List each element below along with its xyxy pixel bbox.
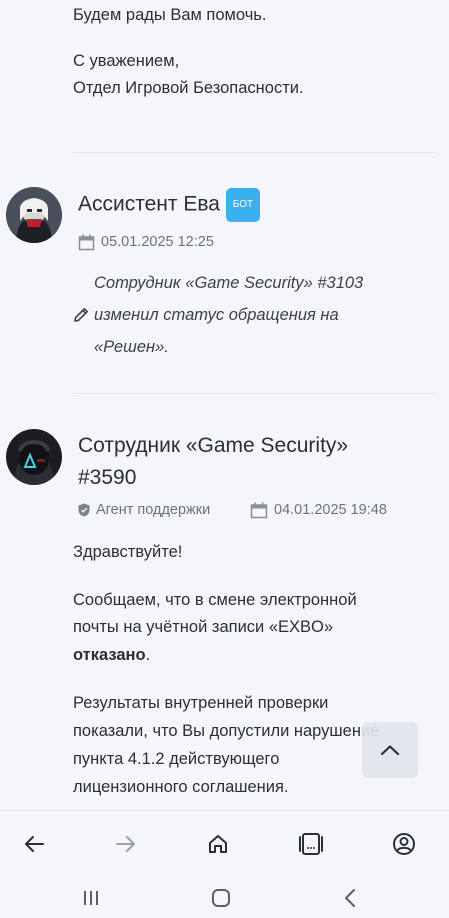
previous-message-signature: С уважением, bbox=[73, 52, 180, 70]
avatar-staff[interactable] bbox=[6, 429, 62, 485]
pencil-icon bbox=[74, 308, 88, 322]
bot-post-date-text: 05.01.2025 12:25 bbox=[101, 234, 214, 250]
scroll-to-top-button[interactable] bbox=[362, 722, 418, 778]
staff-post-date-text: 04.01.2025 19:48 bbox=[274, 502, 387, 518]
staff-paragraph1-line3: отказано. bbox=[73, 642, 150, 669]
staff-paragraph2-line3: пункта 4.1.2 действующего bbox=[73, 750, 280, 768]
status-change-line2: изменил статус обращения на bbox=[94, 306, 339, 324]
staff-paragraph1-line1: Сообщаем, что в смене электронной bbox=[73, 591, 357, 609]
home-button[interactable] bbox=[203, 829, 233, 859]
period: . bbox=[145, 646, 151, 664]
staff-paragraph1-line2: почты на учётной записи «EXBO» bbox=[73, 618, 334, 636]
divider bbox=[73, 152, 435, 153]
arrow-left-icon bbox=[25, 836, 44, 852]
refusal-word: отказано bbox=[73, 646, 146, 664]
forward-button[interactable] bbox=[111, 829, 141, 859]
tabs-icon bbox=[299, 833, 323, 855]
recent-apps-icon bbox=[84, 891, 98, 905]
account-icon bbox=[393, 833, 415, 855]
browser-toolbar bbox=[0, 810, 449, 876]
tabs-button[interactable] bbox=[296, 829, 326, 859]
staff-paragraph2-line4: лицензионного соглашения. bbox=[73, 778, 289, 796]
system-back-button[interactable] bbox=[335, 886, 365, 910]
system-home-button[interactable] bbox=[206, 886, 236, 910]
staff-paragraph2-line1: Результаты внутренней проверки bbox=[73, 694, 329, 712]
message-feed[interactable]: Будем рады Вам помочь. С уважением, Отде… bbox=[0, 0, 449, 810]
recent-apps-button[interactable] bbox=[76, 886, 106, 910]
shield-icon bbox=[78, 503, 90, 517]
staff-paragraph2-line2: показали, что Вы допустили нарушение bbox=[73, 722, 380, 740]
previous-message-department: Отдел Игровой Безопасности. bbox=[73, 79, 304, 97]
staff-role: Агент поддержки bbox=[78, 500, 210, 520]
staff-greeting: Здравствуйте! bbox=[73, 543, 183, 561]
home-circle-icon bbox=[212, 889, 230, 907]
status-change-line3: «Решен». bbox=[94, 338, 169, 356]
bot-author-name[interactable]: Ассистент Ева bbox=[78, 193, 220, 216]
bot-author: Ассистент Ева БОТ bbox=[78, 188, 260, 222]
staff-post-date: 04.01.2025 19:48 bbox=[250, 500, 387, 520]
staff-author-line2[interactable]: #3590 bbox=[78, 462, 136, 493]
back-button[interactable] bbox=[19, 829, 49, 859]
bot-post-date: 05.01.2025 12:25 bbox=[78, 232, 214, 252]
chevron-up-icon bbox=[380, 745, 400, 756]
bot-badge: БОТ bbox=[225, 188, 260, 222]
divider bbox=[73, 393, 435, 394]
home-icon bbox=[209, 835, 227, 853]
account-button[interactable] bbox=[389, 829, 419, 859]
staff-role-text: Агент поддержки bbox=[96, 502, 211, 518]
staff-author-line1[interactable]: Сотрудник «Game Security» bbox=[78, 430, 348, 461]
previous-message-line: Будем рады Вам помочь. bbox=[73, 6, 267, 24]
avatar-bot[interactable] bbox=[6, 187, 62, 243]
system-navigation-bar bbox=[0, 876, 449, 918]
calendar-icon bbox=[250, 502, 268, 518]
chevron-left-icon bbox=[345, 889, 355, 907]
arrow-right-icon bbox=[116, 836, 135, 852]
status-change-line1: Сотрудник «Game Security» #3103 bbox=[94, 274, 364, 292]
calendar-icon bbox=[78, 234, 95, 250]
